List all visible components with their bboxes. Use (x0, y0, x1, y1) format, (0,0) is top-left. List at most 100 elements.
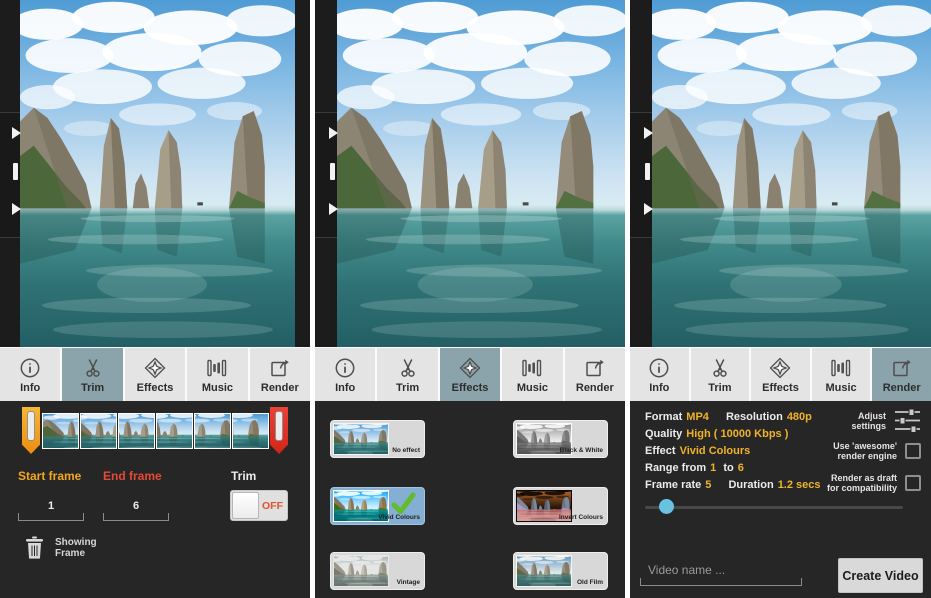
trash-icon (25, 536, 44, 559)
range-line: Range from1 to6 (645, 462, 744, 474)
prev-frame-arrow-icon[interactable] (329, 127, 338, 139)
bottom-toolbar: Info Trim Effects Music (630, 347, 931, 401)
end-frame-field[interactable]: 6 (103, 495, 169, 521)
app-screenshots: Info Trim Effects Music (0, 0, 931, 598)
render-progress-slider-track[interactable] (645, 506, 903, 509)
tab-effects[interactable]: Effects (125, 348, 185, 401)
video-preview-area (0, 0, 310, 347)
export-icon (583, 355, 607, 381)
prev-frame-arrow-icon[interactable] (644, 127, 653, 139)
start-frame-label: Start frame (18, 470, 81, 483)
export-icon (890, 355, 914, 381)
info-icon (18, 355, 42, 381)
effect-card-invert-colours[interactable]: Invert Colours (513, 487, 608, 525)
effect-line: EffectVivid Colours (645, 445, 750, 457)
effect-thumbnail (333, 423, 389, 455)
effects-panel-content: No effect (315, 401, 625, 598)
trim-start-handle[interactable] (22, 407, 40, 454)
frame-nav-overlay[interactable] (0, 112, 20, 238)
frame-nav-overlay[interactable] (315, 112, 337, 238)
trim-end-handle[interactable] (270, 407, 288, 454)
effect-card-vintage[interactable]: Vintage (330, 552, 425, 590)
screen-trim: Info Trim Effects Music (0, 0, 310, 598)
equalizer-icon (829, 355, 853, 381)
toggle-thumb[interactable] (232, 492, 259, 519)
showing-frame-label: Showing Frame (55, 537, 97, 559)
trim-panel-content: Start frame End frame Trim 1 6 OFF Showi… (0, 401, 310, 598)
bottom-toolbar: Info Trim Effects Music (315, 347, 625, 401)
frame-preview-photo (652, 0, 931, 347)
equalizer-icon (205, 355, 229, 381)
effect-thumbnail (333, 555, 389, 587)
export-icon (268, 355, 292, 381)
tab-info[interactable]: Info (0, 348, 60, 401)
end-frame-label: End frame (103, 470, 162, 483)
frame-marker-icon[interactable] (330, 163, 335, 180)
render-progress-slider-thumb[interactable] (659, 499, 674, 514)
start-frame-field[interactable]: 1 (18, 495, 84, 521)
adjust-settings-button[interactable]: Adjustsettings (851, 407, 921, 434)
tab-info[interactable]: Info (315, 348, 375, 401)
frame-marker-icon[interactable] (13, 163, 18, 180)
tab-render[interactable]: Render (250, 348, 310, 401)
tab-music[interactable]: Music (812, 348, 871, 401)
frame-preview-photo (20, 0, 295, 347)
tab-effects[interactable]: Effects (440, 348, 500, 401)
frame-preview-photo (337, 0, 625, 347)
sparkle-icon (768, 355, 792, 381)
filmstrip-frame[interactable] (194, 413, 231, 449)
format-resolution-line: FormatMP4 Resolution480p (645, 411, 812, 423)
frame-marker-icon[interactable] (645, 163, 650, 180)
tab-trim[interactable]: Trim (377, 348, 437, 401)
filmstrip-frame[interactable] (156, 413, 193, 449)
tab-trim[interactable]: Trim (62, 348, 122, 401)
effect-thumbnail (516, 555, 572, 587)
render-panel-content: FormatMP4 Resolution480p QualityHigh ( 1… (630, 401, 931, 598)
filmstrip-frame[interactable] (80, 413, 117, 449)
frame-nav-overlay[interactable] (630, 112, 652, 238)
delete-frame-button[interactable]: Showing Frame (25, 536, 97, 559)
sparkle-icon (458, 355, 482, 381)
screen-render: Info Trim Effects Music (630, 0, 931, 598)
awesome-engine-checkbox[interactable] (905, 443, 921, 459)
effect-card-black-white[interactable]: Black & White (513, 420, 608, 458)
create-video-button[interactable]: Create Video (838, 558, 923, 593)
video-name-input[interactable] (640, 555, 802, 588)
render-draft-checkbox[interactable] (905, 475, 921, 491)
screen-effects: Info Trim Effects Music (315, 0, 625, 598)
effect-card-no-effect[interactable]: No effect (330, 420, 425, 458)
effect-card-vivid-colours[interactable]: Vivid Colours (330, 487, 425, 525)
video-preview-area (315, 0, 625, 347)
scissors-icon (396, 355, 420, 381)
tab-music[interactable]: Music (187, 348, 247, 401)
bottom-toolbar: Info Trim Effects Music (0, 347, 310, 401)
checkmark-icon (390, 490, 417, 517)
effect-card-old-film[interactable]: Old Film (513, 552, 608, 590)
filmstrip-frame[interactable] (232, 413, 269, 449)
awesome-engine-option: Use 'awesome'render engine (833, 441, 921, 461)
equalizer-icon (520, 355, 544, 381)
sparkle-icon (143, 355, 167, 381)
video-name-field-wrap (640, 555, 802, 588)
framerate-duration-line: Frame rate5 Duration1.2 secs (645, 479, 821, 491)
next-frame-arrow-icon[interactable] (329, 203, 338, 215)
next-frame-arrow-icon[interactable] (644, 203, 653, 215)
tab-render[interactable]: Render (565, 348, 625, 401)
quality-line: QualityHigh ( 10000 Kbps ) (645, 428, 788, 440)
tab-trim[interactable]: Trim (691, 348, 750, 401)
tab-info[interactable]: Info (630, 348, 689, 401)
info-icon (333, 355, 357, 381)
trim-toggle[interactable]: OFF (230, 490, 288, 521)
tab-render[interactable]: Render (872, 348, 931, 401)
scissors-icon (708, 355, 732, 381)
info-icon (647, 355, 671, 381)
scissors-icon (81, 355, 105, 381)
filmstrip-frame[interactable] (42, 413, 79, 449)
tab-effects[interactable]: Effects (751, 348, 810, 401)
prev-frame-arrow-icon[interactable] (12, 127, 21, 139)
filmstrip-frame[interactable] (118, 413, 155, 449)
video-preview-area (630, 0, 931, 347)
sliders-icon (894, 407, 921, 434)
tab-music[interactable]: Music (502, 348, 562, 401)
next-frame-arrow-icon[interactable] (12, 203, 21, 215)
